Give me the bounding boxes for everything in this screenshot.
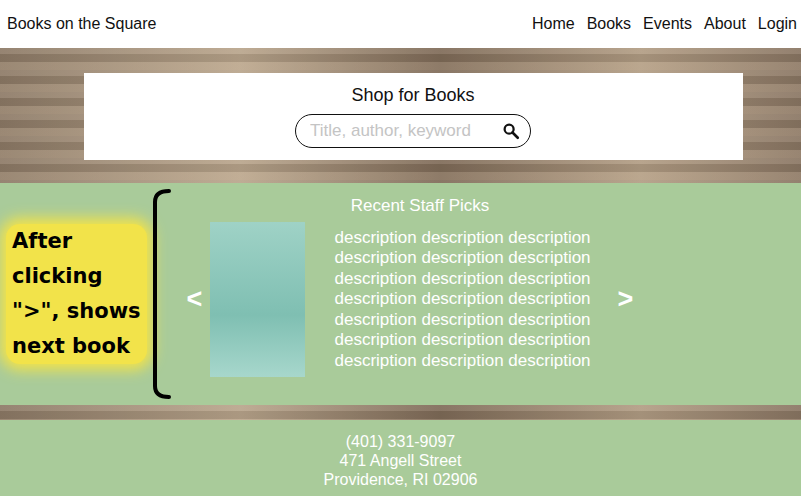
nav-link[interactable]: Books [587, 15, 631, 33]
page: Books on the Square Home Books Events About L… [0, 0, 801, 496]
nav-link[interactable]: About [704, 15, 746, 33]
annotation-text: Afterclicking">", showsnext book [6, 224, 147, 364]
search-field [295, 114, 531, 148]
footer-line: (401) 331-9097 [346, 432, 455, 451]
book-description: description description descriptiondescr… [335, 228, 611, 372]
search-icon[interactable] [502, 122, 520, 140]
header: Books on the Square Home Books Events About L… [0, 0, 801, 48]
prev-button[interactable]: < [180, 284, 210, 315]
footer: (401) 331-9097471 Angell StreetProvidenc… [0, 420, 801, 496]
footer-line: Providence, RI 02906 [324, 470, 478, 489]
annotation: Afterclicking">", showsnext book [0, 183, 175, 405]
staff-picks-band: Afterclicking">", showsnext bookRecent S… [0, 183, 801, 405]
staff-picks-title: Recent Staff Picks [351, 196, 490, 216]
nav: Home Books Events About Login [532, 15, 797, 33]
search-title: Shop for Books [351, 85, 474, 106]
search-card: Shop for Books [84, 73, 743, 160]
search-input[interactable] [308, 120, 498, 142]
nav-link[interactable]: Home [532, 15, 575, 33]
logo[interactable]: Books on the Square [7, 15, 156, 33]
carousel: < description description descriptiondesc… [180, 222, 641, 377]
footer-line: 471 Angell Street [340, 451, 462, 470]
bracket-icon [149, 188, 171, 400]
nav-link[interactable]: Login [758, 15, 797, 33]
book-cover[interactable] [210, 222, 305, 377]
nav-link[interactable]: Events [643, 15, 692, 33]
staff-picks: Recent Staff Picks < description descripti… [175, 183, 645, 405]
next-button[interactable]: > [611, 284, 641, 315]
books-strip [0, 405, 801, 420]
hero: Shop for Books [0, 48, 801, 183]
